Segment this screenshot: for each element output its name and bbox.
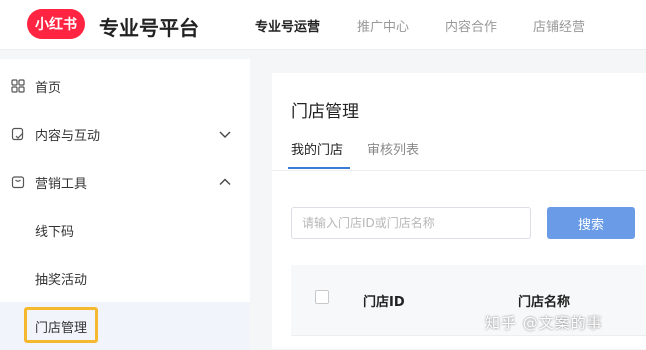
table-divider bbox=[291, 335, 646, 336]
content-icon bbox=[11, 127, 24, 141]
selected-item-highlight bbox=[24, 307, 98, 343]
xiaohongshu-logo[interactable]: 小红书 bbox=[27, 9, 85, 39]
tab-divider bbox=[272, 170, 646, 171]
column-header-store-id: 门店ID bbox=[363, 295, 405, 310]
sidebar-item-label: 内容与互动 bbox=[35, 128, 101, 144]
column-header-store-name: 门店名称 bbox=[518, 295, 571, 310]
sidebar-item-label: 首页 bbox=[35, 80, 62, 96]
search-button[interactable]: 搜索 bbox=[547, 207, 635, 239]
active-tab-indicator bbox=[288, 167, 350, 169]
search-input[interactable] bbox=[291, 207, 531, 239]
sidebar: 首页 内容与互动 营销工具 线下码 抽奖活动 门店管理 bbox=[0, 59, 250, 350]
sidebar-item-marketing-tools[interactable]: 营销工具 bbox=[0, 158, 250, 206]
tab-review-list[interactable]: 审核列表 bbox=[367, 139, 419, 158]
sidebar-subitem-lottery[interactable]: 抽奖活动 bbox=[0, 254, 250, 302]
tab-my-stores[interactable]: 我的门店 bbox=[291, 139, 343, 158]
chevron-down-icon[interactable] bbox=[218, 127, 232, 141]
brand-title: 专业号平台 bbox=[99, 16, 199, 40]
top-header: 小红书 专业号平台 专业号运营 推广中心 内容合作 店铺经营 bbox=[0, 0, 646, 50]
sidebar-item-content-interaction[interactable]: 内容与互动 bbox=[0, 110, 250, 158]
main-panel: 门店管理 我的门店 审核列表 搜索 门店ID 门店名称 bbox=[272, 73, 646, 349]
bag-icon bbox=[11, 176, 25, 189]
grid-icon bbox=[11, 79, 25, 93]
sidebar-item-label: 营销工具 bbox=[35, 176, 88, 192]
page-title: 门店管理 bbox=[291, 102, 359, 122]
nav-content-cooperation[interactable]: 内容合作 bbox=[445, 16, 497, 35]
sidebar-item-home[interactable]: 首页 bbox=[0, 62, 250, 110]
nav-store-operation[interactable]: 店铺经营 bbox=[533, 16, 585, 35]
nav-promotion-center[interactable]: 推广中心 bbox=[357, 16, 409, 35]
nav-professional-ops[interactable]: 专业号运营 bbox=[255, 16, 320, 35]
sidebar-item-label: 线下码 bbox=[35, 224, 75, 240]
sidebar-item-label: 抽奖活动 bbox=[35, 272, 88, 288]
chevron-up-icon[interactable] bbox=[218, 175, 232, 189]
watermark-text: 知乎 @文案的事 bbox=[485, 314, 603, 332]
sidebar-subitem-offline-code[interactable]: 线下码 bbox=[0, 206, 250, 254]
select-all-checkbox[interactable] bbox=[315, 290, 329, 304]
